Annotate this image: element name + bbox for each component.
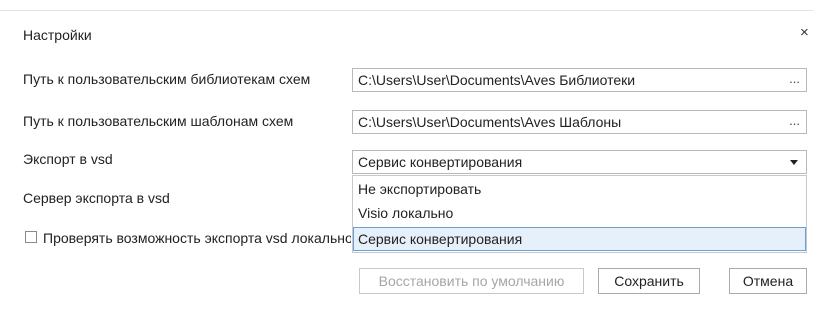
save-button[interactable]: Сохранить bbox=[598, 268, 700, 294]
templates-path-label: Путь к пользовательским шаблонам схем bbox=[23, 113, 294, 129]
cancel-button[interactable]: Отмена bbox=[729, 268, 807, 294]
templates-path-value: C:\Users\User\Documents\Aves Шаблоны bbox=[358, 114, 622, 130]
export-server-label: Сервер экспорта в vsd bbox=[23, 190, 170, 206]
libraries-browse-button[interactable]: ... bbox=[789, 71, 800, 86]
local-export-checkbox-label[interactable]: Проверять возможность экспорта vsd локал… bbox=[43, 230, 351, 246]
dialog-title: Настройки bbox=[23, 27, 92, 43]
libraries-path-label: Путь к пользовательским библиотекам схем bbox=[23, 71, 311, 87]
templates-browse-button[interactable]: ... bbox=[789, 113, 800, 128]
libraries-path-value: C:\Users\User\Documents\Aves Библиотеки bbox=[358, 72, 636, 88]
libraries-path-input[interactable]: C:\Users\User\Documents\Aves Библиотеки … bbox=[352, 68, 807, 92]
top-divider bbox=[0, 10, 813, 11]
restore-defaults-button[interactable]: Восстановить по умолчанию bbox=[359, 268, 584, 294]
export-select[interactable]: Сервис конвертирования bbox=[352, 150, 807, 174]
close-icon[interactable]: × bbox=[800, 25, 809, 41]
templates-path-input[interactable]: C:\Users\User\Documents\Aves Шаблоны ... bbox=[352, 110, 807, 134]
dropdown-option[interactable]: Visio локально bbox=[353, 202, 806, 226]
export-select-value: Сервис конвертирования bbox=[358, 154, 523, 170]
dropdown-option-selected[interactable]: Сервис конвертирования bbox=[353, 227, 806, 251]
export-dropdown-list: Не экспортировать Visio локально Сервис … bbox=[352, 175, 807, 253]
caret-down-icon[interactable] bbox=[790, 160, 798, 165]
dropdown-option[interactable]: Не экспортировать bbox=[353, 178, 806, 202]
settings-dialog: Настройки × Путь к пользовательским библ… bbox=[0, 0, 813, 325]
local-export-checkbox[interactable] bbox=[25, 231, 37, 243]
export-label: Экспорт в vsd bbox=[23, 151, 113, 167]
